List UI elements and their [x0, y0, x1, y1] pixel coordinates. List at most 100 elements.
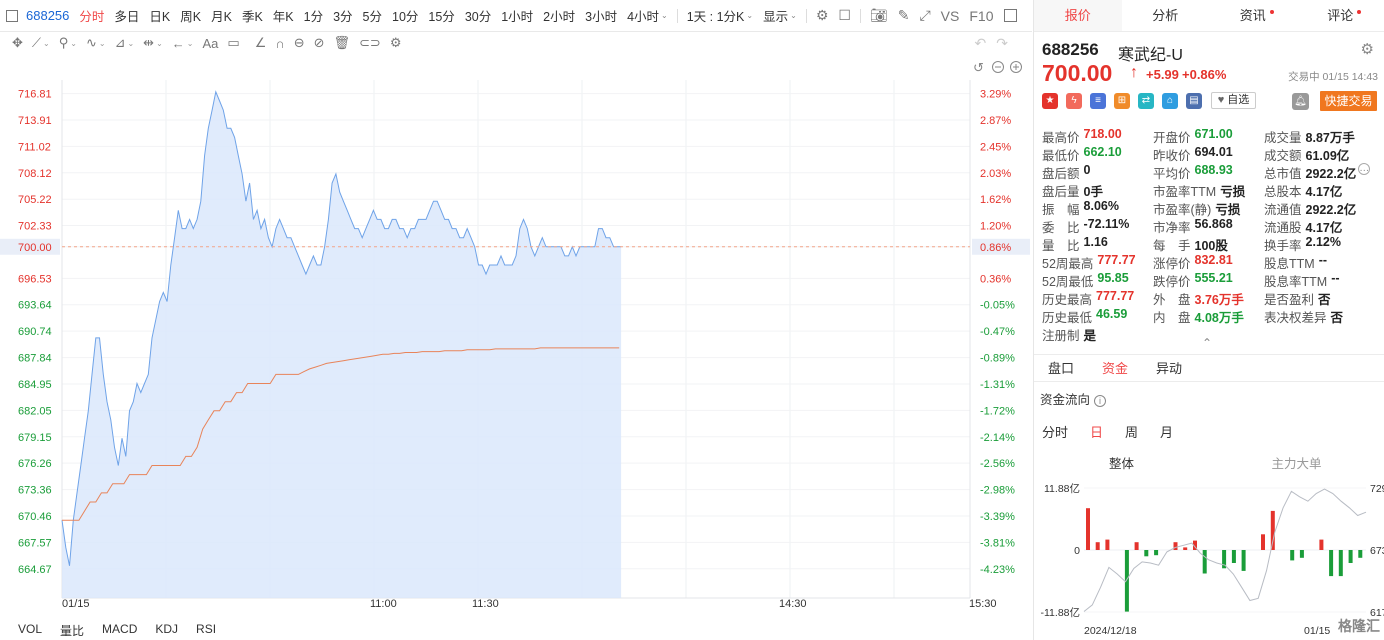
panel-tab[interactable]: 分析 [1122, 0, 1210, 31]
sub-tab[interactable]: 盘口 [1034, 355, 1088, 381]
sidebar-toggle-icon[interactable] [1004, 9, 1018, 22]
settings-icon[interactable]: ⚙ [811, 7, 834, 24]
flow-bar [1231, 550, 1236, 563]
period-tab[interactable]: 3分 [328, 0, 357, 32]
text-tool-icon[interactable]: Aa [202, 36, 218, 51]
quote-table: 最高价 718.00 开盘价 671.00 成交量 8.87万手 最低价 662.10 昨收价 6… [1042, 127, 1382, 343]
arrow-tool-icon[interactable]: ← ⌄ [172, 36, 194, 51]
quote-key: 外 盘 [1153, 293, 1191, 307]
gear-icon[interactable]: ⚙ [1361, 40, 1374, 58]
f10-button[interactable]: F10 [964, 0, 998, 32]
pen-tool-icon[interactable]: ⚲ ⌄ [59, 35, 77, 51]
quote-value: 718.00 [1083, 127, 1122, 141]
wave-tool-icon[interactable]: ∿ ⌄ [86, 35, 106, 51]
quote-key: 最高价 [1042, 131, 1080, 145]
indicator-tab[interactable]: 量比 [60, 622, 84, 640]
quote-cell: 开盘价 671.00 [1153, 127, 1264, 145]
period-tab[interactable]: 4小时 ⌄ [622, 0, 673, 32]
tag-icon[interactable]: ⌂ [1162, 93, 1178, 109]
compare-button[interactable]: VS [936, 0, 965, 32]
panel-tab[interactable]: 资讯 [1209, 0, 1297, 31]
indicator-tab[interactable]: VOL [18, 622, 42, 640]
period-tab[interactable]: 年K [268, 0, 299, 32]
flow-period-tab[interactable]: 月 [1160, 422, 1173, 441]
period-tab[interactable]: 15分 [423, 0, 459, 32]
date-label: 01/15 [62, 598, 90, 610]
info-icon[interactable]: i [1094, 395, 1107, 407]
shuffle-icon[interactable]: ⇄ [1138, 93, 1154, 109]
stock-code-label[interactable]: 688256 [24, 0, 74, 32]
bell-icon[interactable]: 🔔︎ [1292, 93, 1309, 110]
range-selector[interactable]: 1天 : 1分K ⌄ [682, 0, 758, 32]
period-tab[interactable]: 1小时 [496, 0, 538, 32]
hide-icon[interactable]: ⊘ [314, 35, 325, 51]
link-icon[interactable]: ⊂⊃ [359, 35, 381, 51]
flow-bar [1358, 550, 1363, 558]
period-tab[interactable]: 周K [175, 0, 206, 32]
database-icon[interactable]: ≡ [1090, 93, 1106, 109]
note-tool-icon[interactable]: ▭ [227, 35, 239, 51]
period-tab[interactable]: 3小时 [580, 0, 622, 32]
panel-tab[interactable]: 评论 [1297, 0, 1384, 31]
document-icon[interactable]: ▤ [1186, 93, 1202, 109]
quote-row: 最高价 718.00 开盘价 671.00 成交量 8.87万手 [1042, 127, 1382, 145]
magnet-icon[interactable]: ∩ [275, 36, 284, 51]
intraday-chart[interactable]: 716.81 713.91 711.02 708.12 705.22 702.33 700.… [0, 56, 1032, 616]
period-tab[interactable]: 日K [144, 0, 175, 32]
display-selector[interactable]: 显示 ⌄ [758, 0, 802, 32]
period-tab[interactable]: 10分 [387, 0, 423, 32]
flow-period-tab[interactable]: 周 [1125, 422, 1138, 441]
gear-icon[interactable]: ⚙ [390, 35, 402, 51]
range-tool-icon[interactable]: ⇹ ⌄ [143, 35, 163, 51]
lightning-icon[interactable]: ϟ [1066, 93, 1082, 109]
panel-tab[interactable]: 报价 [1034, 0, 1122, 31]
pct-tick-label: -0.05% [980, 300, 1015, 312]
pct-tick-label: -2.98% [980, 485, 1015, 497]
sub-tab[interactable]: 资金 [1088, 355, 1142, 381]
more-icon[interactable]: … [1358, 163, 1371, 175]
quote-row: 委 比 -72.11% 市净率 56.868 流通股 4.17亿 [1042, 217, 1382, 235]
flow-type-tab[interactable]: 主力大单 [1209, 453, 1384, 472]
quote-cell: 最高价 718.00 [1042, 127, 1153, 145]
pct-tick-label: -0.47% [980, 326, 1015, 338]
period-tab[interactable]: 5分 [358, 0, 387, 32]
drawing-toolbar: ✥ ⟋ ⌄ ⚲ ⌄ ∿ ⌄ ⊿ ⌄ ⇹ ⌄ ← ⌄ Aa ▭ ∠ ∩ ⊖ ⊘ 🗑︎ ⊂⊃ ⚙… [0, 32, 1032, 54]
period-tab[interactable]: 2小时 [538, 0, 580, 32]
checkbox-icon[interactable]: ☐ [833, 7, 856, 24]
lock-icon[interactable]: ⊖ [294, 35, 305, 51]
add-watchlist-button[interactable]: ♥ 自选 [1211, 92, 1256, 109]
period-tab[interactable]: 月K [206, 0, 237, 32]
chevron-up-icon[interactable]: ⌃ [1202, 336, 1212, 350]
flow-type-tab[interactable]: 整体 [1034, 453, 1209, 472]
measure-tool-icon[interactable]: ⊿ ⌄ [115, 35, 135, 51]
period-tab[interactable]: 季K [237, 0, 268, 32]
fullscreen-icon[interactable]: ⤢ [914, 7, 935, 24]
indicator-tab[interactable]: KDJ [155, 622, 178, 640]
quick-trade-button[interactable]: 快捷交易 [1320, 91, 1377, 111]
price-tick-label: 693.64 [18, 300, 52, 312]
grid-badge-icon[interactable]: ⊞ [1114, 93, 1130, 109]
quote-cell: 市盈率TTM 亏损 [1153, 181, 1264, 199]
reset-zoom-icon[interactable]: ↺ [973, 60, 984, 75]
period-tab[interactable]: 1分 [299, 0, 328, 32]
period-tab[interactable]: 分时 [74, 0, 109, 32]
quote-cell: 内 盘 4.08万手 [1153, 307, 1264, 325]
undo-redo-icon[interactable]: ↶↷ [975, 35, 1018, 52]
camera-icon[interactable]: 📷︎ [865, 7, 893, 24]
move-icon[interactable]: ✥ [12, 35, 23, 51]
flow-period-tab[interactable]: 日 [1090, 422, 1103, 441]
pct-tick-label: 1.62% [980, 194, 1011, 206]
pct-tick-label: -2.56% [980, 458, 1015, 470]
panel-toggle-icon[interactable] [6, 9, 18, 22]
period-tab[interactable]: 多日 [109, 0, 144, 32]
flow-period-tab[interactable]: 分时 [1042, 422, 1068, 441]
trash-icon[interactable]: 🗑︎ [334, 35, 351, 51]
pencil-icon[interactable]: ✎ [893, 7, 915, 24]
ruler-icon[interactable]: ∠ [255, 35, 267, 51]
line-tool-icon[interactable]: ⟋ ⌄ [32, 35, 50, 51]
indicator-tab[interactable]: MACD [102, 622, 137, 640]
period-tab[interactable]: 30分 [460, 0, 496, 32]
price-tick-label: 676.26 [18, 458, 52, 470]
sub-tab[interactable]: 异动 [1142, 355, 1196, 381]
indicator-tab[interactable]: RSI [196, 622, 216, 640]
